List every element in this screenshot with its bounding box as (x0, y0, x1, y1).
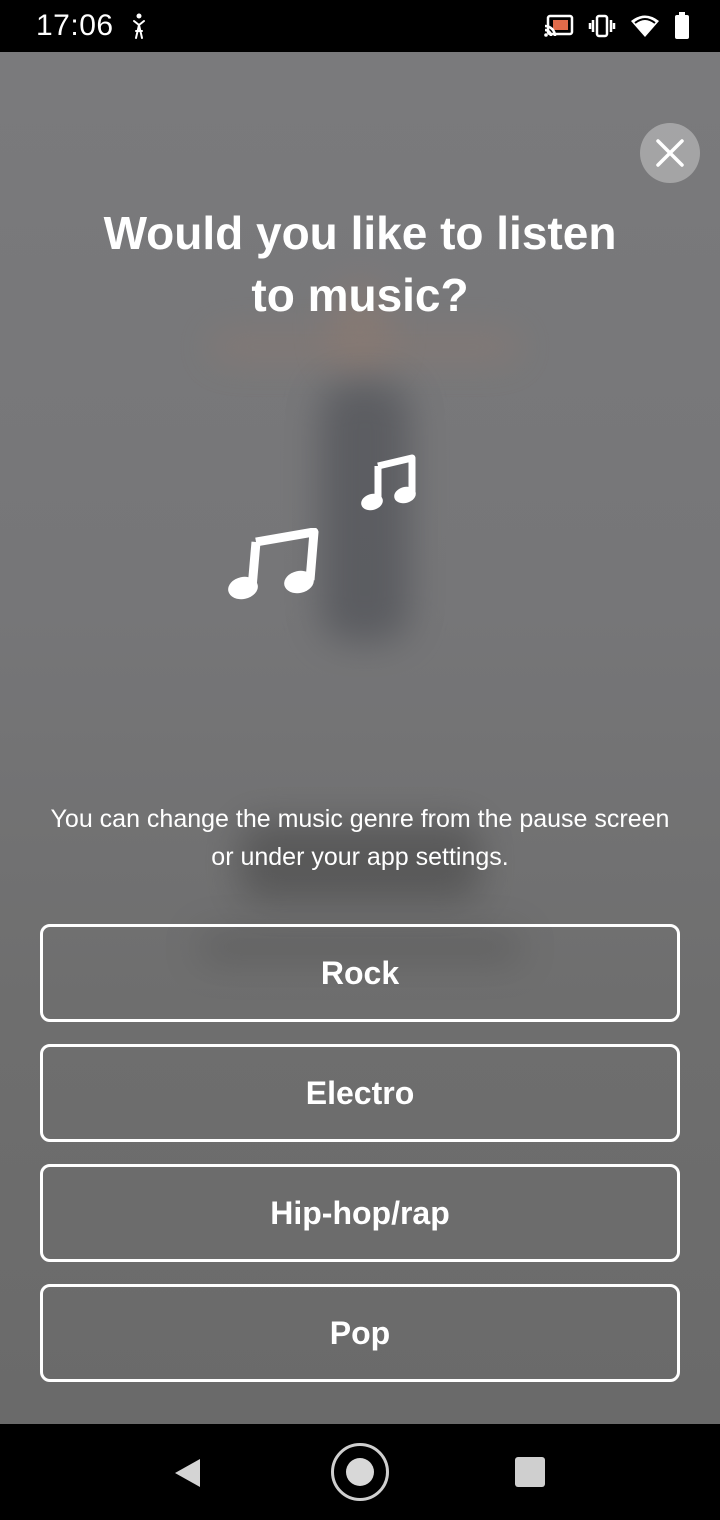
status-icons (544, 10, 690, 42)
genre-button-pop[interactable]: Pop (40, 1284, 680, 1382)
cast-icon (544, 14, 574, 37)
vibrate-icon (588, 14, 616, 38)
status-bar: 17:06 (0, 0, 720, 52)
dialog-title-line1: Would you like to listen (103, 207, 617, 259)
music-note-large-icon (228, 528, 319, 600)
figure-icon (133, 13, 145, 39)
dialog-subtitle: You can change the music genre from the … (50, 805, 670, 871)
genre-button-electro[interactable]: Electro (40, 1044, 680, 1142)
dialog-title: Would you like to listen to music? (60, 202, 660, 326)
navigation-bar (0, 1424, 720, 1520)
music-note-small-icon (361, 454, 416, 511)
battery-icon (675, 12, 689, 39)
close-button[interactable] (640, 123, 700, 183)
home-icon[interactable] (331, 1443, 389, 1501)
genre-button-rock[interactable]: Rock (40, 924, 680, 1022)
genre-button-hiphop-rap[interactable]: Hip-hop/rap (40, 1164, 680, 1262)
back-icon[interactable] (172, 1457, 204, 1489)
close-icon (656, 139, 684, 167)
status-time: 17:06 (36, 9, 114, 42)
home-dot (346, 1458, 374, 1486)
dialog-title-line2: to music? (251, 269, 469, 321)
background-figure-arms (210, 332, 520, 362)
recents-icon[interactable] (515, 1457, 545, 1487)
music-prompt-overlay: Would you like to listen to music? You c… (0, 52, 720, 1424)
wifi-icon (631, 15, 659, 37)
screen: 17:06 Would you like to listen to music?… (0, 0, 720, 1520)
